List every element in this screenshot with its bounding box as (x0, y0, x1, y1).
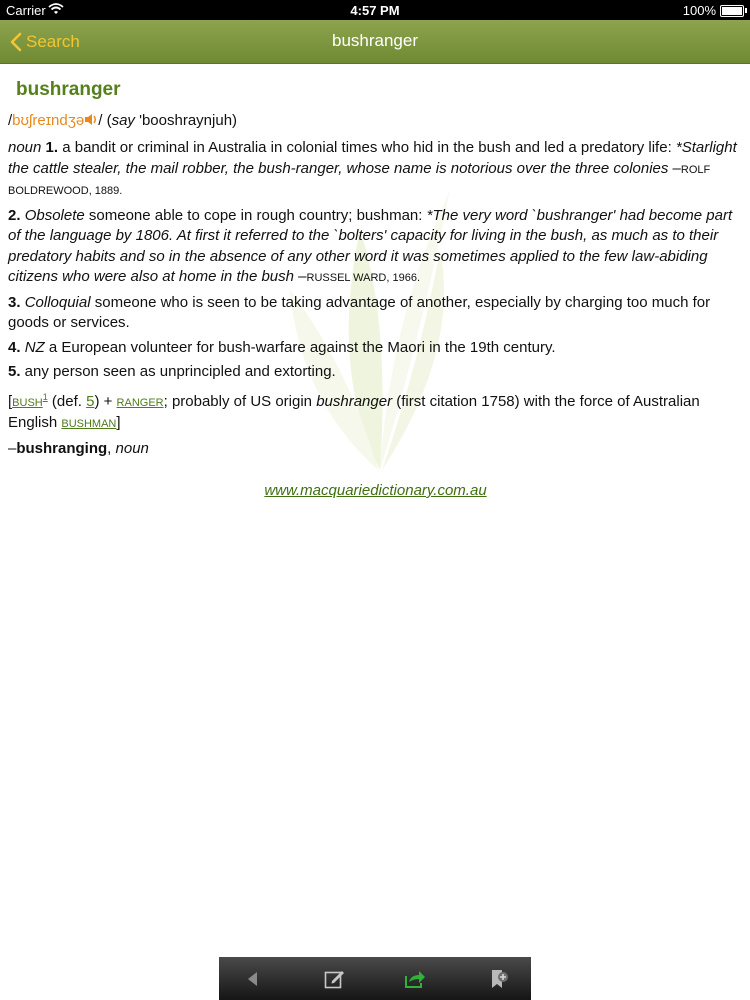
citation-year: , 1889. (88, 185, 123, 197)
edit-note-icon[interactable] (323, 967, 347, 991)
sense-number: 5. (8, 363, 21, 380)
derived-form: –bushranging, noun (8, 439, 743, 460)
share-icon[interactable] (403, 967, 427, 991)
sense-1: noun 1. a bandit or criminal in Australi… (8, 138, 743, 202)
sense-number: 3. (8, 293, 21, 311)
derived-comma: , (107, 439, 116, 457)
dictionary-entry: bushranger /bʊʃreɪndʒə / (say 'booshraynj… (8, 72, 743, 502)
sense-3: 3. Colloquial someone who is seen to be … (8, 293, 743, 334)
back-arrow-icon[interactable] (241, 967, 265, 991)
part-of-speech: noun (8, 139, 42, 156)
sense-number: 4. (8, 338, 21, 356)
sense-number: 2. (8, 206, 21, 224)
pronunciation: /bʊʃreɪndʒə / (say 'booshraynjuh) (8, 111, 743, 133)
sense-definition: someone who is seen to be taking advanta… (8, 293, 711, 332)
status-bar: Carrier 4:57 PM 100% (0, 0, 750, 20)
etym-def-close: ) + (94, 392, 117, 410)
website-link[interactable]: www.macquariedictionary.com.au (8, 481, 743, 502)
speaker-icon[interactable] (84, 112, 98, 133)
etym-text-1: ; probably of US origin (163, 392, 317, 410)
bookmark-icon[interactable] (487, 967, 511, 991)
battery-icon (720, 5, 744, 17)
respelling: 'booshraynjuh) (134, 111, 238, 129)
nav-bar: Search bushranger (0, 20, 750, 64)
etymology: [bush1 (def. 5) + ranger; probably of US… (8, 387, 743, 435)
battery-percent: 100% (682, 3, 716, 18)
sense-2: 2. Obsolete someone able to cope in roug… (8, 206, 743, 289)
sense-definition: a bandit or criminal in Australia in col… (58, 139, 676, 156)
usage-label: Obsolete (24, 206, 85, 224)
derived-pos: noun (115, 439, 149, 457)
sense-definition: any person seen as unprincipled and exto… (20, 363, 336, 380)
say-label: say (111, 111, 135, 129)
citation-dash: – (294, 268, 307, 285)
pron-slash-close: / ( (98, 111, 112, 129)
headword: bushranger (16, 79, 121, 100)
usage-label: NZ (24, 338, 45, 356)
etym-term: bushranger (316, 392, 393, 410)
etym-def-open: (def. (47, 392, 87, 410)
ipa-transcription: bʊʃreɪndʒə (12, 111, 85, 129)
citation-dash: – (668, 159, 681, 177)
citation-author: Russel Ward (306, 272, 387, 284)
xref-bush-link[interactable]: bush (12, 397, 43, 409)
page-title: bushranger (331, 31, 418, 50)
sense-definition: someone able to cope in rough country; b… (84, 206, 427, 224)
sense-definition: a European volunteer for bush-warfare ag… (44, 338, 556, 356)
clock: 4:57 PM (350, 3, 400, 18)
xref-ranger-link[interactable]: ranger (117, 397, 164, 409)
etym-bracket-close: ] (116, 414, 121, 431)
sense-4: 4. NZ a European volunteer for bush-warf… (8, 338, 743, 359)
usage-label: Colloquial (24, 293, 91, 311)
sense-number: 1. (45, 139, 59, 156)
derived-word: bushranging (16, 439, 108, 457)
sense-5: 5. any person seen as unprincipled and e… (8, 362, 743, 383)
citation-year: , 1966. (386, 272, 421, 284)
xref-bushman-link[interactable]: bushman (61, 418, 116, 430)
bottom-toolbar (219, 957, 531, 1000)
battery-tip (745, 8, 747, 13)
